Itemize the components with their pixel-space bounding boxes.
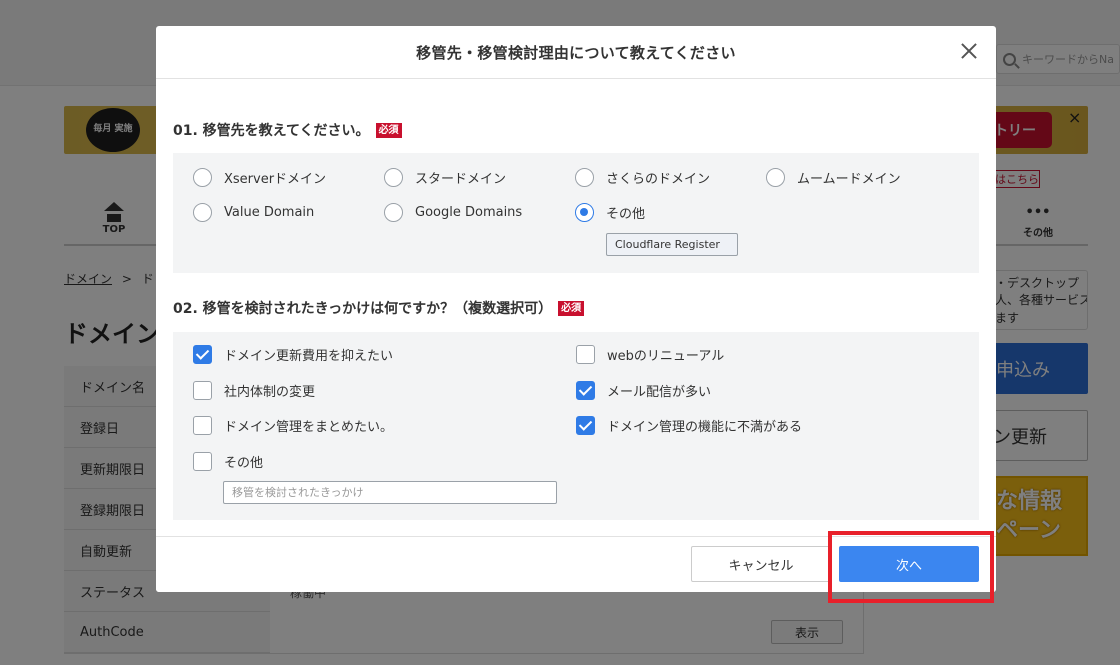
radio-button[interactable] bbox=[766, 168, 785, 187]
q1-title: 01. 移管先を教えてください。 bbox=[173, 123, 370, 139]
checkbox-checked[interactable] bbox=[576, 381, 595, 400]
modal-header: 移管先・移管検討理由について教えてください bbox=[156, 26, 996, 79]
option-label: 社内体制の変更 bbox=[224, 385, 316, 400]
checkbox[interactable] bbox=[193, 416, 212, 435]
checkbox-org-change[interactable]: 社内体制の変更 bbox=[193, 381, 315, 400]
checkbox[interactable] bbox=[193, 452, 212, 471]
option-label: スタードメイン bbox=[415, 172, 507, 187]
option-label: メール配信が多い bbox=[607, 385, 712, 400]
q2-heading: 02. 移管を検討されたきっかけは何ですか？（複数選択可） 必須 bbox=[173, 298, 585, 318]
next-button[interactable]: 次へ bbox=[839, 546, 979, 582]
option-label: ドメイン更新費用を抑えたい bbox=[224, 349, 394, 364]
radio-xserver[interactable]: Xserverドメイン bbox=[193, 168, 326, 187]
checkbox-feature-dissatisfied[interactable]: ドメイン管理の機能に不満がある bbox=[576, 416, 802, 435]
option-label: ドメイン管理をまとめたい。 bbox=[224, 420, 394, 435]
option-label: その他 bbox=[606, 207, 646, 222]
option-label: その他 bbox=[224, 456, 264, 471]
radio-button[interactable] bbox=[193, 203, 212, 222]
radio-star-domain[interactable]: スタードメイン bbox=[384, 168, 506, 187]
option-label: Value Domain bbox=[224, 205, 315, 220]
radio-button[interactable] bbox=[193, 168, 212, 187]
radio-google-domains[interactable]: Google Domains bbox=[384, 203, 522, 222]
radio-button[interactable] bbox=[575, 168, 594, 187]
option-label: ドメイン管理の機能に不満がある bbox=[607, 420, 803, 435]
checkbox-checked[interactable] bbox=[193, 345, 212, 364]
modal-title: 移管先・移管検討理由について教えてください bbox=[416, 43, 736, 62]
other-destination-input[interactable] bbox=[606, 233, 738, 256]
checkbox-many-mails[interactable]: メール配信が多い bbox=[576, 381, 711, 400]
required-badge: 必須 bbox=[375, 122, 402, 138]
checkbox-web-renewal[interactable]: webのリニューアル bbox=[576, 345, 724, 364]
close-icon[interactable] bbox=[956, 38, 982, 64]
radio-sakura-domain[interactable]: さくらのドメイン bbox=[575, 168, 710, 187]
checkbox-other[interactable]: その他 bbox=[193, 452, 263, 471]
checkbox[interactable] bbox=[193, 381, 212, 400]
cancel-button[interactable]: キャンセル bbox=[691, 546, 831, 582]
option-label: Google Domains bbox=[415, 205, 523, 220]
checkbox-reduce-cost[interactable]: ドメイン更新費用を抑えたい bbox=[193, 345, 393, 364]
option-label: webのリニューアル bbox=[607, 349, 725, 364]
radio-other[interactable]: その他 bbox=[575, 203, 645, 222]
other-reason-input[interactable] bbox=[223, 481, 557, 504]
q2-title: 02. 移管を検討されたきっかけは何ですか？（複数選択可） bbox=[173, 301, 553, 317]
required-badge: 必須 bbox=[558, 300, 585, 316]
radio-button-checked[interactable] bbox=[575, 203, 594, 222]
radio-button[interactable] bbox=[384, 168, 403, 187]
radio-muumuu-domain[interactable]: ムームードメイン bbox=[766, 168, 901, 187]
option-label: Xserverドメイン bbox=[224, 172, 327, 187]
option-label: さくらのドメイン bbox=[606, 172, 711, 187]
radio-button[interactable] bbox=[384, 203, 403, 222]
radio-value-domain[interactable]: Value Domain bbox=[193, 203, 314, 222]
transfer-survey-modal: 移管先・移管検討理由について教えてください 01. 移管先を教えてください。 必… bbox=[156, 26, 996, 592]
checkbox-checked[interactable] bbox=[576, 416, 595, 435]
option-label: ムームードメイン bbox=[797, 172, 901, 187]
q1-heading: 01. 移管先を教えてください。 必須 bbox=[173, 120, 402, 140]
checkbox-consolidate[interactable]: ドメイン管理をまとめたい。 bbox=[193, 416, 393, 435]
checkbox[interactable] bbox=[576, 345, 595, 364]
